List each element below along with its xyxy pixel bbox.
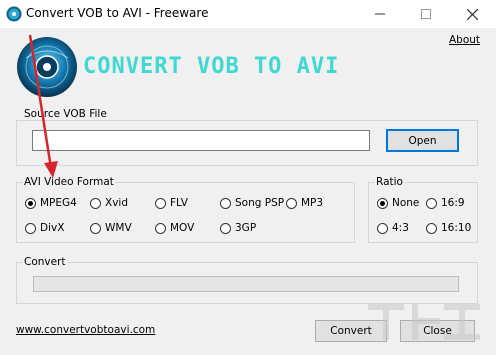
- radio-icon: [90, 222, 101, 234]
- radio-icon: [155, 197, 166, 209]
- app-icon: [6, 6, 22, 22]
- open-button[interactable]: Open: [386, 129, 459, 152]
- format-option-label: MOV: [170, 222, 195, 234]
- window-title: Convert VOB to AVI - Freeware: [26, 6, 209, 20]
- minimize-icon: [375, 13, 385, 15]
- format-group-label: AVI Video Format: [23, 176, 115, 188]
- format-radio-flv[interactable]: FLV: [155, 196, 188, 210]
- ratio-option-label: None: [392, 197, 420, 209]
- format-option-label: MP3: [301, 197, 324, 209]
- format-option-label: Xvid: [105, 197, 128, 209]
- convert-group-label: Convert: [23, 256, 67, 268]
- radio-icon: [377, 222, 388, 234]
- watermark-logo: [368, 304, 480, 340]
- radio-icon: [286, 197, 297, 209]
- maximize-button[interactable]: [406, 2, 446, 26]
- close-window-button[interactable]: [452, 2, 492, 26]
- format-radio-3gp[interactable]: 3GP: [220, 221, 256, 235]
- format-radio-mov[interactable]: MOV: [155, 221, 194, 235]
- radio-icon: [25, 222, 36, 234]
- ratio-radio-16-10[interactable]: 16:10: [426, 221, 471, 235]
- dvd-disc-logo: [16, 36, 78, 98]
- logo-text: CONVERT VOB TO AVI: [83, 54, 340, 79]
- source-file-input[interactable]: [32, 130, 370, 151]
- source-group-label: Source VOB File: [23, 108, 108, 120]
- minimize-button[interactable]: [360, 2, 400, 26]
- radio-icon: [426, 222, 437, 234]
- format-radio-wmv[interactable]: WMV: [90, 221, 132, 235]
- format-radio-mp3[interactable]: MP3: [286, 196, 323, 210]
- radio-icon: [426, 197, 437, 209]
- radio-icon: [220, 197, 231, 209]
- format-option-label: Song PSP: [235, 197, 285, 209]
- ratio-option-label: 16:10: [441, 222, 472, 234]
- radio-icon: [220, 222, 231, 234]
- ratio-option-label: 4:3: [392, 222, 409, 234]
- ratio-radio-4-3[interactable]: 4:3: [377, 221, 409, 235]
- format-option-label: DivX: [40, 222, 65, 234]
- ratio-radio-none[interactable]: None: [377, 196, 419, 210]
- website-link[interactable]: www.convertvobtoavi.com: [16, 324, 155, 336]
- close-icon: [466, 8, 478, 20]
- radio-icon: [155, 222, 166, 234]
- maximize-icon: [421, 9, 431, 19]
- ratio-option-label: 16:9: [441, 197, 465, 209]
- radio-selected-icon: [25, 197, 36, 209]
- format-radio-mpeg4[interactable]: MPEG4: [25, 196, 77, 210]
- format-option-label: MPEG4: [40, 197, 77, 209]
- format-option-label: FLV: [170, 197, 188, 209]
- ratio-group-label: Ratio: [375, 176, 404, 188]
- format-radio-divx[interactable]: DivX: [25, 221, 64, 235]
- format-radio-xvid[interactable]: Xvid: [90, 196, 128, 210]
- format-radio-song-psp[interactable]: Song PSP: [220, 196, 284, 210]
- radio-icon: [90, 197, 101, 209]
- about-link[interactable]: About: [449, 34, 480, 46]
- ratio-radio-16-9[interactable]: 16:9: [426, 196, 465, 210]
- radio-selected-icon: [377, 197, 388, 209]
- format-option-label: 3GP: [235, 222, 257, 234]
- format-option-label: WMV: [105, 222, 132, 234]
